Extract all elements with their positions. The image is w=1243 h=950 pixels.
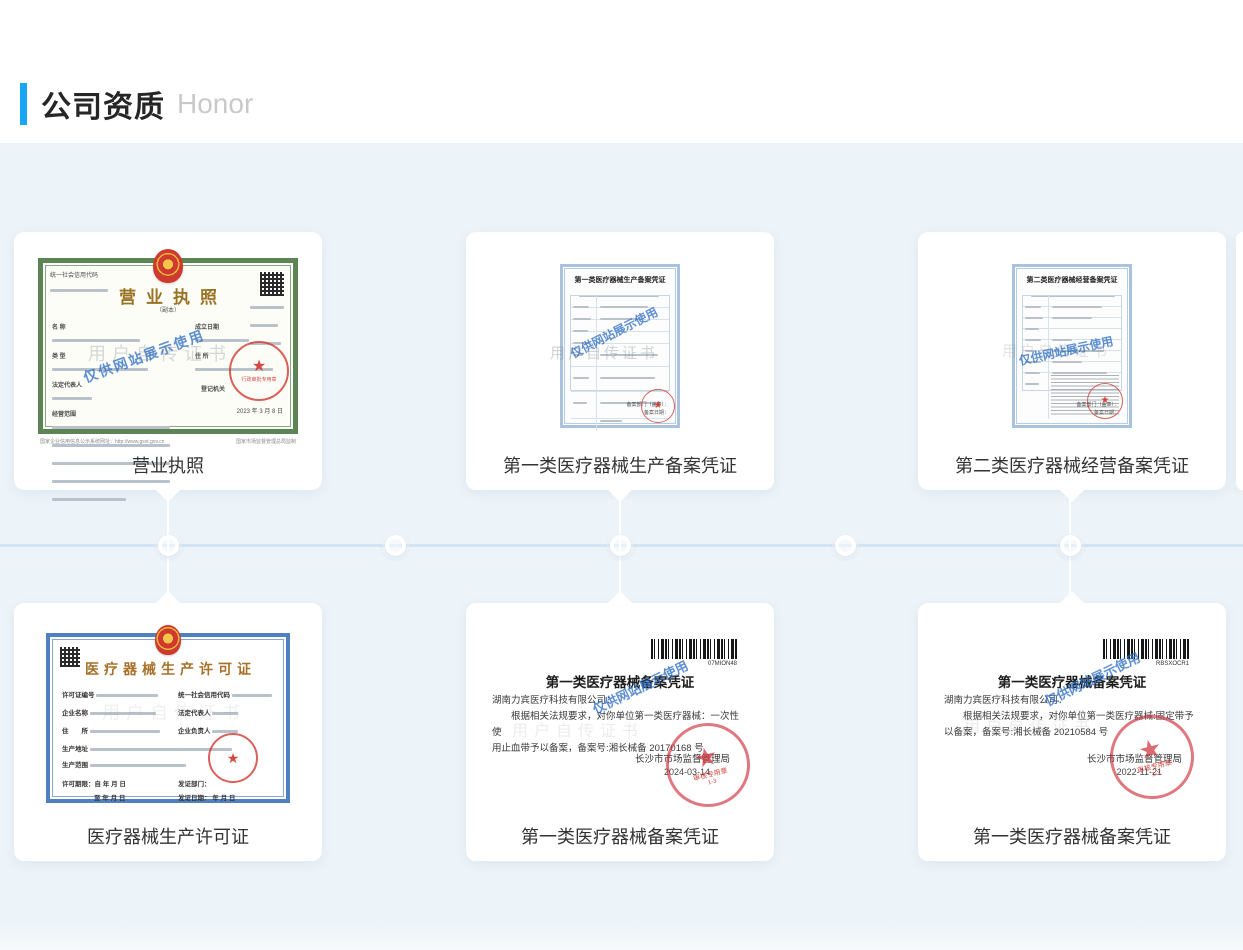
barcode-label: RBSXOCR1 [1103,661,1189,667]
card-caption: 第一类医疗器械生产备案凭证 [466,452,774,478]
field-type-label: 类 型 [52,354,184,361]
license-date: 2023 年 3 月 8 日 [237,409,283,416]
field-established-label: 成立日期 [195,325,287,332]
barcode [651,639,737,659]
label-manager: 企业负责人 [178,728,211,735]
label-license-no: 许可证编号 [62,692,95,699]
connector-tail-icon [1059,591,1085,604]
label-legal: 法定代表人 [178,710,211,717]
honor-section: 统一社会信用代码 营业执照 （副本） 名 称 类 型 法定代表人 经营范围 [0,143,1243,950]
record-table [570,295,670,391]
timeline-node [385,535,406,556]
seal-number: 1-3 [707,779,717,787]
card-caption: 第一类医疗器械备案凭证 [466,823,774,849]
license-footer-right: 国家市场监督管理总局监制 [236,439,296,445]
certificate-card-class1-record-2[interactable]: RBSXOCR1 第一类医疗器械备案凭证 湖南力宾医疗科技有限公司： 根据相关法… [918,603,1226,861]
red-seal: ★ [208,733,258,783]
certificate-card-production-license[interactable]: 医疗器械生产许可证 许可证编号 统一社会信用代码 企业名称 法定代表人 住 所 … [14,603,322,861]
business-license-image: 统一社会信用代码 营业执照 （副本） 名 称 类 型 法定代表人 经营范围 [38,258,298,434]
credit-code-label: 统一社会信用代码 [50,273,108,280]
section-header: 公司资质 Honor [20,82,253,126]
field-scope-label: 经营范围 [52,412,184,419]
issue-date: 发证日期： 年 月 日 [178,792,235,802]
license-subtitle: （副本） [43,305,293,314]
section-title-cn: 公司资质 [41,82,165,126]
document-title: 第一类医疗器械备案凭证 [466,671,774,691]
license-footer-left: 国家企业信用信息公示系统网址：http://www.gsxt.gov.cn [40,439,164,445]
record-table [1022,295,1122,391]
body-line1: 湖南力宾医疗科技有限公司： [944,693,1200,709]
national-emblem-icon [155,625,181,655]
seal-text: 行政审批专用章 [241,376,276,383]
label-scope: 生产范围 [62,762,88,769]
label-address: 生产地址 [62,746,88,753]
document-title: 第一类医疗器械备案凭证 [918,671,1226,691]
card-caption: 第一类医疗器械备案凭证 [918,823,1226,849]
label-credit-code: 统一社会信用代码 [178,692,230,699]
field-name-label: 名 称 [52,325,184,332]
red-seal: ★ [1087,383,1123,419]
card-caption: 医疗器械生产许可证 [14,823,322,849]
header-accent-bar [20,83,27,125]
section-title-en: Honor [177,88,253,120]
registrar-label: 登记机关 [201,387,225,394]
record-certificate-image: 第一类医疗器械生产备案凭证 备案部门（盖章）： 备案日期： ★ [560,264,680,428]
record-title: 第二类医疗器械经营备案凭证 [1015,275,1129,285]
field-legal-label: 法定代表人 [52,383,184,390]
issue-dept: 发证部门： [178,778,211,788]
body-line1: 湖南力宾医疗科技有限公司： [492,693,748,709]
connector-tail-icon [1059,489,1085,502]
next-card-sliver[interactable] [1236,232,1243,490]
barcode-label: 07MION48 [651,661,737,667]
card-caption: 第二类医疗器械经营备案凭证 [918,452,1226,478]
certificate-card-class2-business-record[interactable]: 第二类医疗器械经营备案凭证 备案部门（盖章）： 备案日期： ★ [918,232,1226,490]
production-license-image: 医疗器械生产许可证 许可证编号 统一社会信用代码 企业名称 法定代表人 住 所 … [46,633,290,803]
red-seal: ★ [641,389,675,423]
red-seal: ★ 行政审批专用章 [229,341,289,401]
license-title: 医疗器械生产许可证 [50,659,286,679]
label-company: 企业名称 [62,710,88,717]
card-caption: 营业执照 [14,452,322,478]
connector-tail-icon [155,591,181,604]
connector-tail-icon [607,489,633,502]
connector-tail-icon [607,591,633,604]
period-to: 至 年 月 日 [94,792,125,802]
timeline-node [158,535,179,556]
record-title: 第一类医疗器械生产备案凭证 [563,275,677,285]
certificate-card-class1-production-record[interactable]: 第一类医疗器械生产备案凭证 备案部门（盖章）： 备案日期： ★ [466,232,774,490]
barcode [1103,639,1189,659]
label-residence: 住 所 [62,728,88,735]
national-emblem-icon [153,249,183,283]
seal-number: 1-3 [1151,771,1161,779]
timeline-node [1060,535,1081,556]
period-from: 许可期限：自 年 月 日 [62,778,126,788]
timeline-node [610,535,631,556]
certificate-card-business-license[interactable]: 统一社会信用代码 营业执照 （副本） 名 称 类 型 法定代表人 经营范围 [14,232,322,490]
certificate-card-class1-record-1[interactable]: 07MION48 第一类医疗器械备案凭证 湖南力宾医疗科技有限公司： 根据相关法… [466,603,774,861]
record-certificate-image: 第二类医疗器械经营备案凭证 备案部门（盖章）： 备案日期： ★ [1012,264,1132,428]
timeline-node [835,535,856,556]
company-honor-page: 公司资质 Honor 统一社会信用代码 [0,0,1243,950]
